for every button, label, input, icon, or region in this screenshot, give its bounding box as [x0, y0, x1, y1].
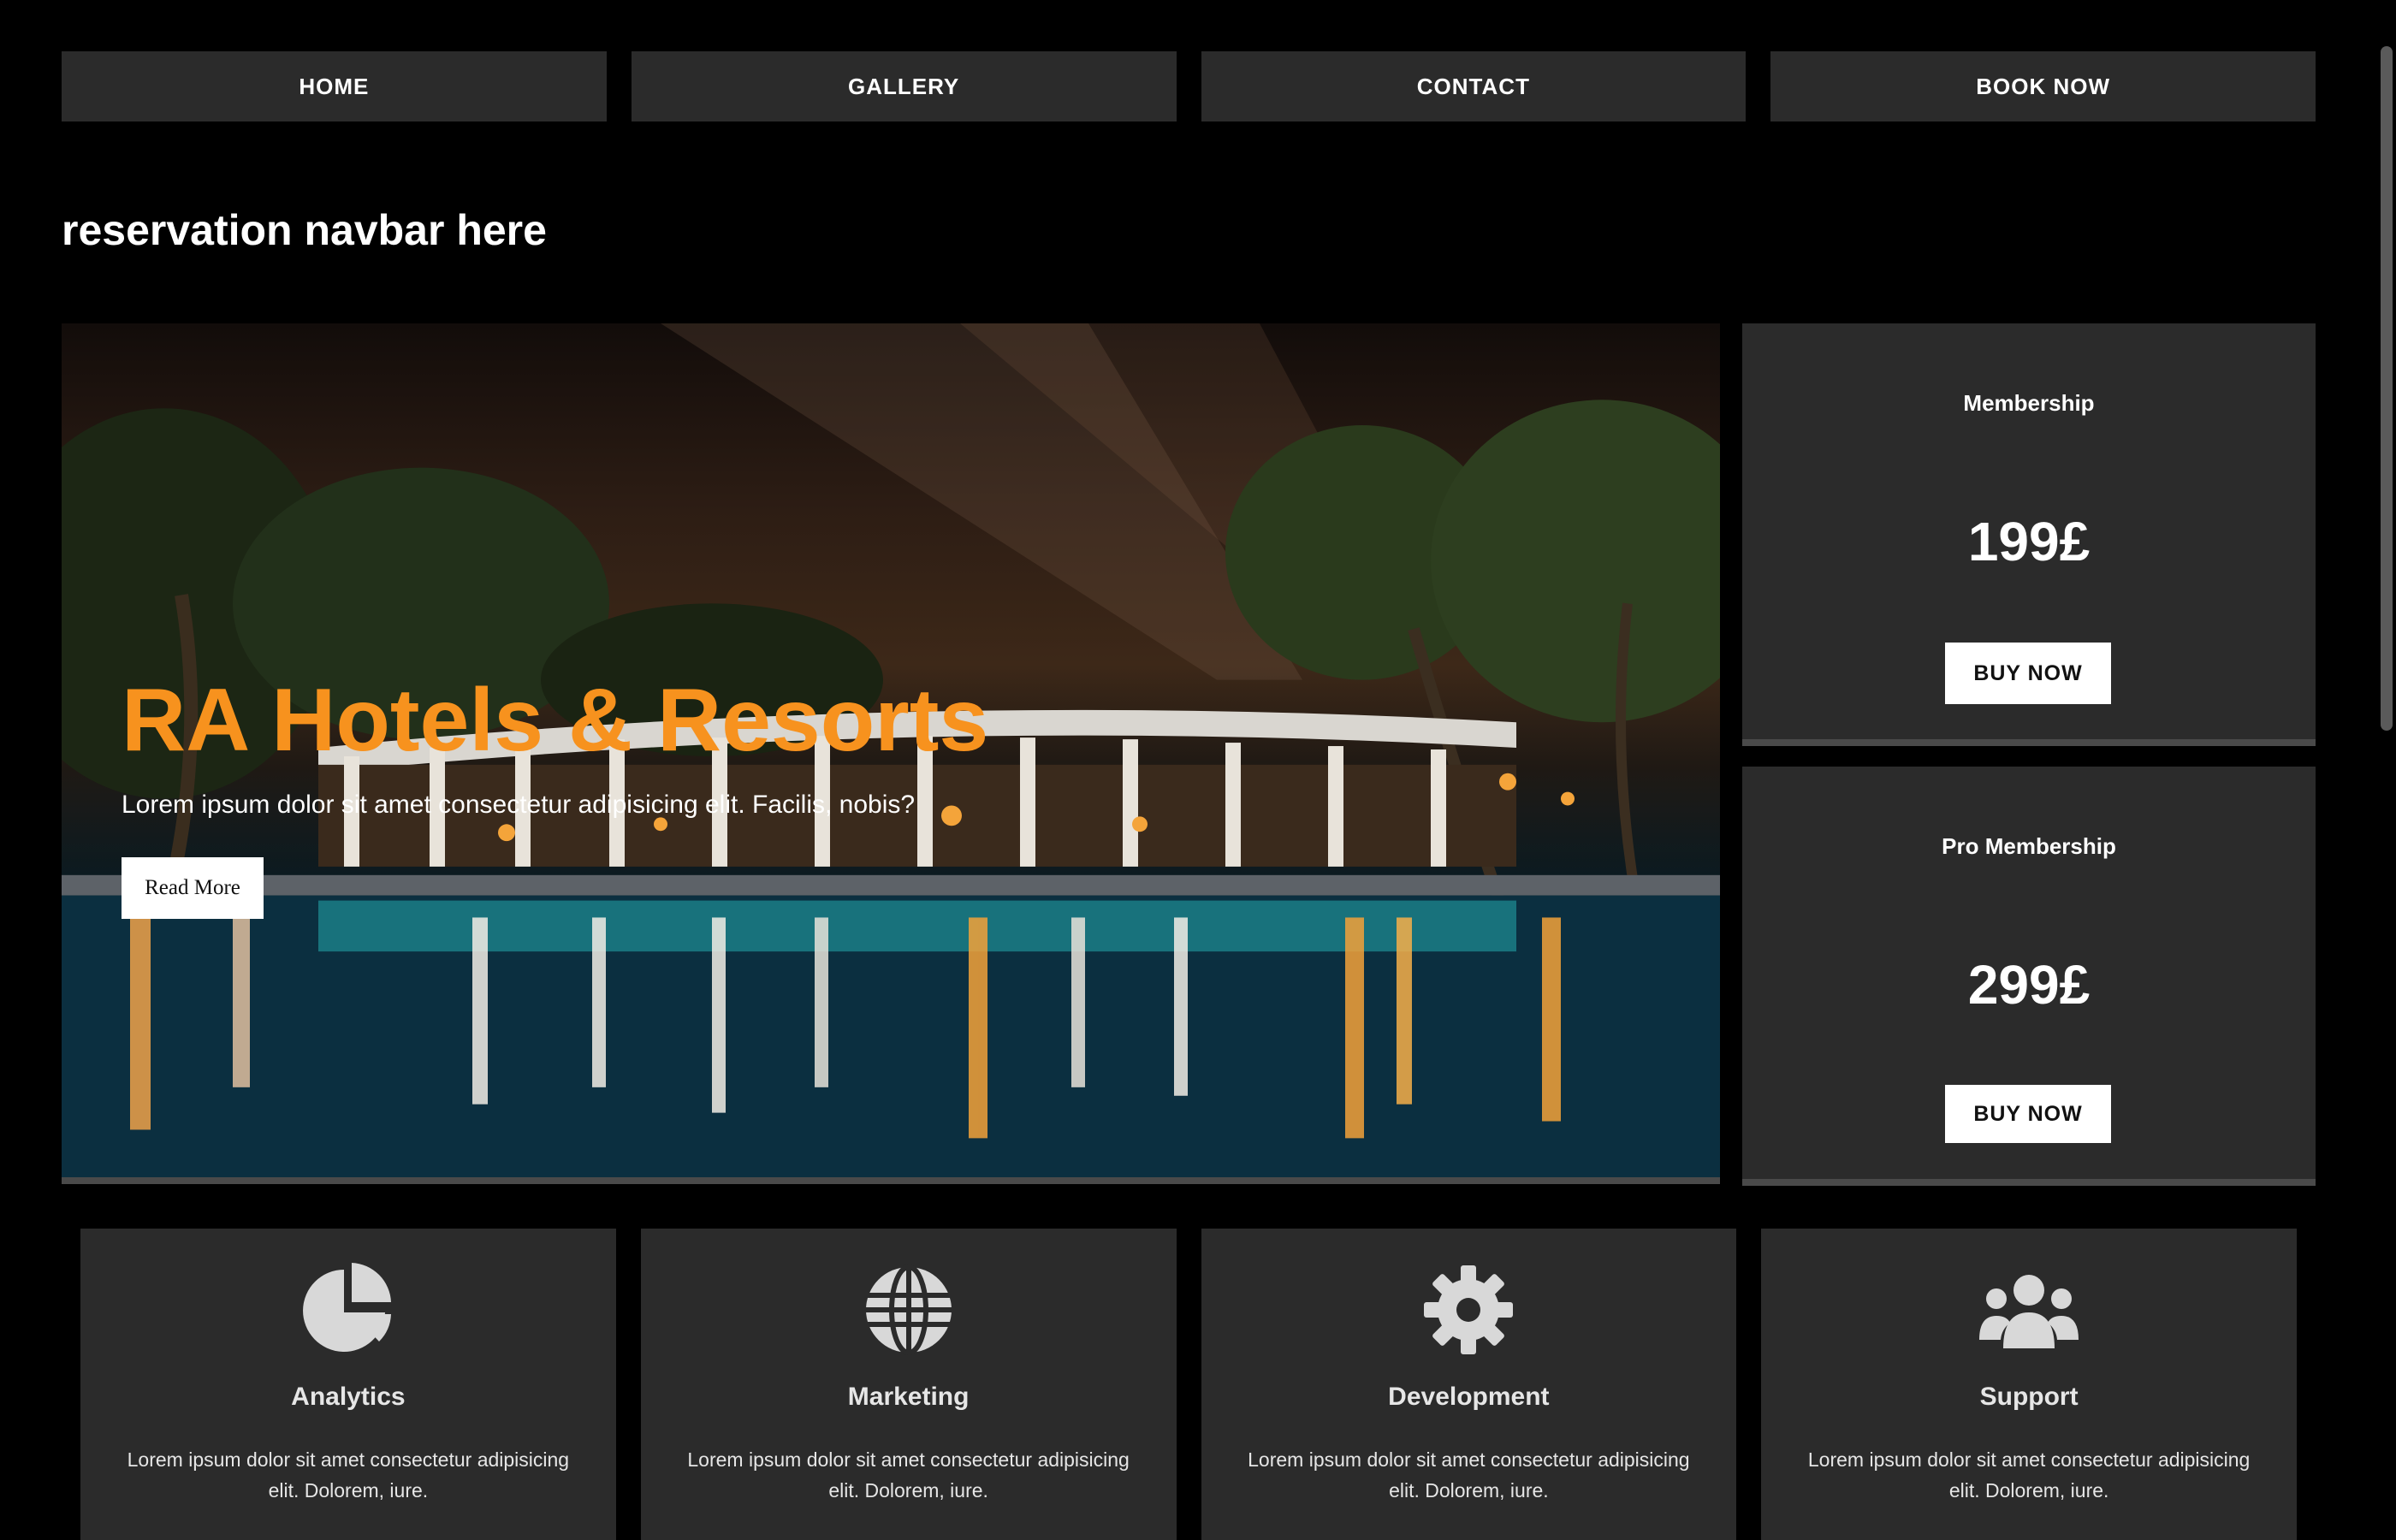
feature-description: Lorem ipsum dolor sit amet consectetur a…	[1248, 1448, 1690, 1502]
nav-gallery-button[interactable]: GALLERY	[631, 51, 1177, 121]
scrollbar-thumb[interactable]	[2381, 46, 2393, 731]
nav-contact-button[interactable]: CONTACT	[1201, 51, 1747, 121]
hero-description: Lorem ipsum dolor sit amet consectetur a…	[122, 791, 916, 819]
membership-price: 199£	[1967, 511, 2091, 572]
features-section: Analytics Lorem ipsum dolor sit amet con…	[80, 1229, 2297, 1540]
feature-card-support: Support Lorem ipsum dolor sit amet conse…	[1761, 1229, 2297, 1540]
feature-card-analytics: Analytics Lorem ipsum dolor sit amet con…	[80, 1229, 616, 1540]
page-heading: reservation navbar here	[62, 206, 547, 254]
feature-description: Lorem ipsum dolor sit amet consectetur a…	[1807, 1448, 2251, 1502]
pro-membership-card: Pro Membership 299£ BUY NOW	[1742, 767, 2316, 1186]
main-nav: HOME GALLERY CONTACT BOOK NOW	[62, 51, 2316, 121]
feature-title: Analytics	[291, 1383, 406, 1411]
nav-book-now-button[interactable]: BOOK NOW	[1770, 51, 2316, 121]
gear-icon	[1417, 1263, 1520, 1357]
membership-buy-now-button[interactable]: BUY NOW	[1945, 643, 2111, 704]
page-scrollbar[interactable]	[2377, 0, 2396, 1540]
feature-title: Marketing	[847, 1383, 970, 1411]
feature-description: Lorem ipsum dolor sit amet consectetur a…	[687, 1448, 1130, 1502]
membership-card: Membership 199£ BUY NOW	[1742, 323, 2316, 746]
users-icon	[1978, 1263, 2080, 1357]
feature-title: Support	[1979, 1383, 2079, 1411]
pro-membership-buy-now-button[interactable]: BUY NOW	[1945, 1085, 2111, 1143]
pro-membership-title: Pro Membership	[1942, 833, 2116, 859]
pro-membership-price: 299£	[1967, 954, 2091, 1016]
globe-icon	[857, 1263, 960, 1357]
nav-home-button[interactable]: HOME	[62, 51, 607, 121]
pie-chart-icon	[297, 1263, 400, 1357]
read-more-button[interactable]: Read More	[122, 857, 264, 919]
membership-title: Membership	[1963, 390, 2095, 416]
feature-card-marketing: Marketing Lorem ipsum dolor sit amet con…	[640, 1229, 1177, 1540]
hero-banner: RA Hotels & Resorts Lorem ipsum dolor si…	[62, 323, 1720, 1184]
feature-title: Development	[1388, 1383, 1550, 1411]
feature-card-development: Development Lorem ipsum dolor sit amet c…	[1201, 1229, 1737, 1540]
hero-title: RA Hotels & Resorts	[122, 671, 989, 770]
feature-description: Lorem ipsum dolor sit amet consectetur a…	[127, 1448, 570, 1502]
